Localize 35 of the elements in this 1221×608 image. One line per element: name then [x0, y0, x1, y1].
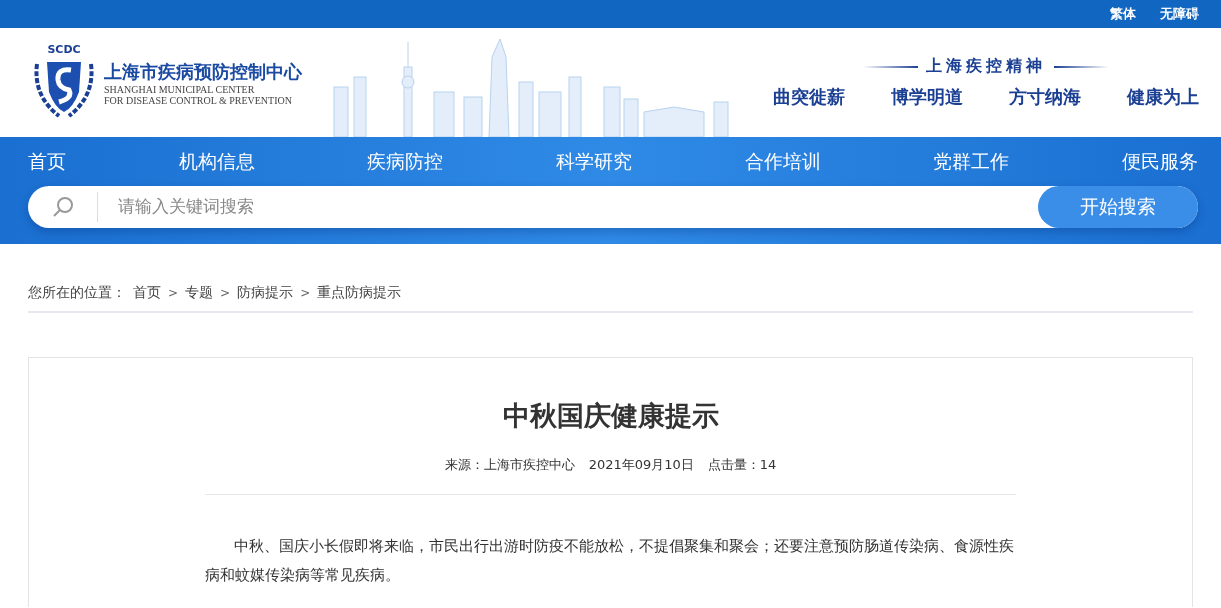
decorative-line — [863, 65, 918, 68]
motto: 健康为上 — [1127, 85, 1199, 109]
logo-badge-text: SCDC — [47, 42, 81, 56]
nav-item[interactable]: 便民服务 — [1121, 148, 1198, 175]
decorative-line — [1054, 65, 1109, 68]
breadcrumb-separator: > — [300, 285, 311, 300]
article-title: 中秋国庆健康提示 — [501, 399, 720, 433]
motto: 曲突徙薪 — [773, 85, 845, 109]
article-paragraph: 中秋、国庆小长假即将来临，市民出行出游时防疫不能放松，不提倡聚集和聚会；还要注意预防肠道传染病、食源性疾病和蚊媒传染病等常见疾病。 — [205, 536, 1016, 585]
nav-item[interactable]: 机构信息 — [178, 148, 255, 175]
motto: 博学明道 — [891, 85, 963, 109]
breadcrumb-separator: > — [168, 285, 179, 300]
logo-subtitle: FOR DISEASE CONTROL & PREVENTION — [104, 94, 293, 106]
search-button[interactable]: 开始搜索 — [1038, 186, 1198, 228]
spirit-title: 上海疾控精神 — [926, 56, 1046, 77]
logo-subtitle: SHANGHAI MUNICIPAL CENTER — [104, 83, 256, 95]
top-link[interactable]: 无障碍 — [1160, 5, 1199, 23]
breadcrumb-link[interactable]: 专题 — [185, 283, 214, 302]
article-source: 来源：上海市疾控中心 — [444, 456, 575, 474]
article-hits: 点击量：14 — [707, 456, 777, 474]
nav-item[interactable]: 疾病防控 — [367, 148, 444, 175]
breadcrumb-link[interactable]: 首页 — [133, 283, 161, 302]
nav-item[interactable]: 党群工作 — [933, 148, 1010, 175]
nav-item[interactable]: 科学研究 — [555, 148, 632, 175]
breadcrumb-separator: > — [220, 285, 231, 300]
motto: 方寸纳海 — [1009, 85, 1081, 109]
article-date: 2021年09月10日 — [588, 456, 694, 474]
top-link[interactable]: 繁体 — [1110, 5, 1136, 23]
logo-title: 上海市疾病预防控制中心 — [104, 59, 302, 84]
breadcrumb-link[interactable]: 重点防病提示 — [317, 283, 402, 302]
nav-item[interactable]: 合作培训 — [744, 148, 821, 175]
search-field[interactable]: 请输入关键词搜索 开始搜索 — [28, 186, 1198, 228]
nav-item[interactable]: 首页 — [28, 148, 66, 175]
breadcrumb-link[interactable]: 防病提示 — [237, 283, 294, 302]
breadcrumb-label: 您所在的位置： — [28, 283, 126, 302]
